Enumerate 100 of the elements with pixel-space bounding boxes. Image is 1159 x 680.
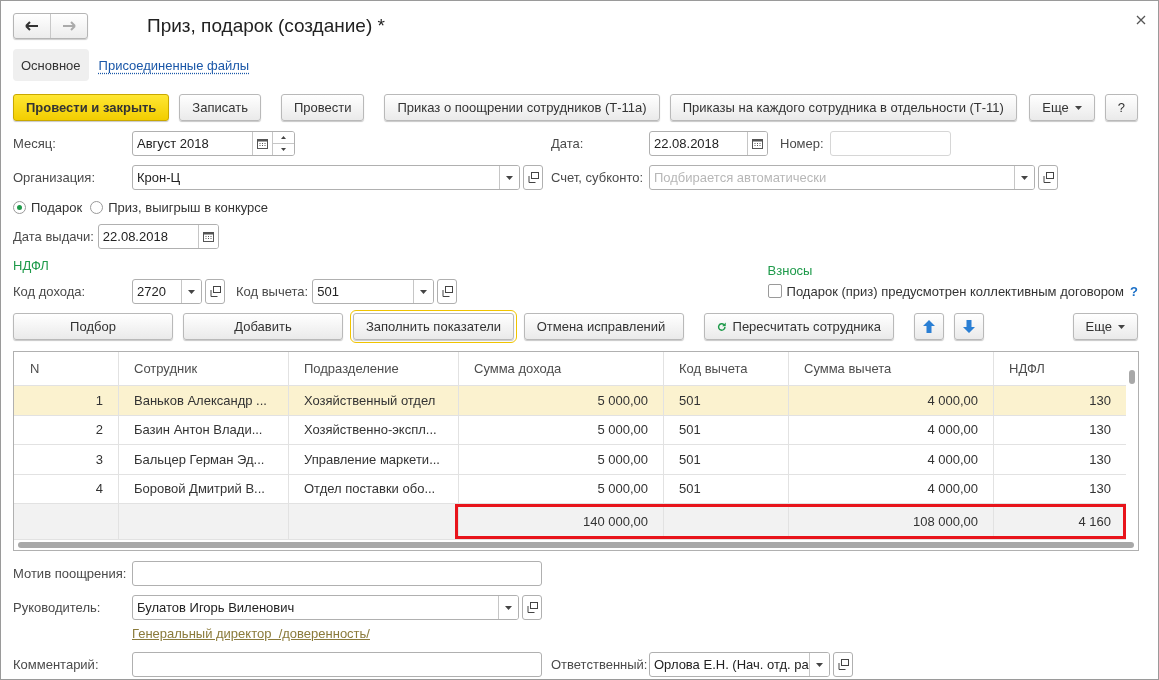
open-button[interactable] xyxy=(205,279,225,304)
table-cell-text: 2 xyxy=(94,421,104,440)
refresh-icon xyxy=(717,320,727,333)
dropdown-button[interactable] xyxy=(498,596,518,619)
comment-field[interactable] xyxy=(132,652,542,677)
column-header[interactable]: Код вычета xyxy=(663,352,788,385)
field-label: Мотив поощрения: xyxy=(13,566,128,581)
dropdown-button[interactable] xyxy=(809,653,829,676)
dropdown-arrow-icon xyxy=(188,289,195,294)
deduction-code-field[interactable]: 501 xyxy=(312,279,435,304)
toolbar-button[interactable]: Подбор xyxy=(13,313,173,340)
table-cell: 501 xyxy=(663,386,788,415)
toolbar-button[interactable]: Приказы на каждого сотрудника в отдельности (Т-11) xyxy=(669,94,1017,121)
field-label: Код вычета: xyxy=(236,284,309,299)
toolbar-button[interactable]: ? xyxy=(1104,94,1138,121)
table-cell: 4 000,00 xyxy=(788,474,993,503)
table-cell: 501 xyxy=(663,415,788,444)
more-button[interactable]: Еще xyxy=(1072,313,1138,340)
dropdown-arrow-icon xyxy=(505,605,512,610)
motive-field[interactable] xyxy=(132,561,542,586)
position-link[interactable]: Генеральный директор /доверенность/ xyxy=(132,626,370,641)
open-button[interactable] xyxy=(522,595,542,620)
more-button[interactable]: Еще xyxy=(1029,94,1095,121)
checkbox[interactable] xyxy=(767,284,782,298)
calendar-button[interactable] xyxy=(747,132,767,155)
radio-label: Подарок xyxy=(31,199,83,215)
table-row[interactable]: 4 Боровой Дмитрий В... Отдел поставки обо... 5 000,00 501 4 000,00 130 xyxy=(14,474,1126,504)
field-label: Дата: xyxy=(551,136,585,151)
income-code-field[interactable]: 2720 xyxy=(132,279,202,304)
close-button[interactable] xyxy=(1134,13,1148,27)
forward-arrow-icon xyxy=(62,21,76,31)
open-button[interactable] xyxy=(833,652,853,677)
table-row[interactable]: 2 Базин Антон Влади... Хозяйственно-экспл... 5 000,00 501 4 000,00 130 xyxy=(14,415,1126,445)
radio-button[interactable] xyxy=(90,200,104,214)
up-caret-icon xyxy=(281,136,286,139)
responsible-field[interactable]: Орлова Е.Н. (Нач. отд. ра xyxy=(649,652,830,677)
move-down-button[interactable] xyxy=(954,313,984,340)
checkbox-label: Подарок (приз) предусмотрен коллективным договором xyxy=(786,283,1125,299)
open-form-icon xyxy=(209,286,221,297)
table-cell: 4 000,00 xyxy=(788,415,993,444)
spin-down-button[interactable] xyxy=(273,143,294,155)
month-field[interactable]: Август 2018 xyxy=(132,131,295,156)
column-header[interactable]: Сумма дохода xyxy=(458,352,663,385)
column-header[interactable]: Сотрудник xyxy=(118,352,288,385)
organization-field[interactable]: Крон-Ц xyxy=(132,165,520,190)
tab[interactable]: Присоединенные файлы xyxy=(90,49,258,81)
open-button[interactable] xyxy=(523,165,543,190)
window-title: Приз, подарок (создание) * xyxy=(147,15,385,37)
open-button[interactable] xyxy=(437,279,458,304)
post-and-close-button[interactable]: Провести и закрыть xyxy=(13,94,170,121)
table-cell: Бальцер Герман Эд... xyxy=(118,445,288,474)
calendar-button[interactable] xyxy=(197,225,218,248)
toolbar-button[interactable]: Добавить xyxy=(183,313,343,340)
field-label: Ответственный: xyxy=(551,657,649,672)
toolbar-button[interactable]: Приказ о поощрении сотрудников (Т-11а) xyxy=(384,94,660,121)
manager-field[interactable]: Булатов Игорь Виленович xyxy=(132,595,519,620)
open-button[interactable] xyxy=(1038,165,1058,190)
table-row[interactable]: 3 Бальцер Герман Эд... Управление маркети... 5 000,00 501 4 000,00 130 xyxy=(14,445,1126,475)
issue-date-field[interactable]: 22.08.2018 xyxy=(97,224,219,249)
open-form-icon xyxy=(837,659,849,670)
up-arrow-icon xyxy=(923,320,935,333)
help-button[interactable]: ? xyxy=(1130,283,1138,299)
down-arrow-icon xyxy=(963,320,975,333)
table-row[interactable]: 1 Ваньков Александр ... Хозяйственный отдел 5 000,00 501 4 000,00 130 xyxy=(14,386,1126,416)
radio-label: Приз, выигрыш в конкурсе xyxy=(108,199,269,215)
dropdown-button[interactable] xyxy=(499,166,519,189)
date-field[interactable]: 22.08.2018 xyxy=(649,131,768,156)
menu-button[interactable]: Отмена исправлений xyxy=(524,313,684,340)
toolbar-button[interactable]: Провести xyxy=(280,94,365,121)
open-form-icon xyxy=(526,602,538,613)
radio-button[interactable] xyxy=(13,200,26,214)
table-cell: 5 000,00 xyxy=(458,415,663,444)
toolbar-button[interactable]: Записать xyxy=(179,94,261,121)
column-header[interactable]: Подразделение xyxy=(288,352,458,385)
table-cell: Хозяйственный отдел xyxy=(288,386,458,415)
column-header[interactable]: N xyxy=(14,352,118,385)
column-header[interactable]: Сумма вычета xyxy=(788,352,993,385)
field-label: Месяц: xyxy=(13,136,57,151)
table-cell: 501 xyxy=(663,445,788,474)
table-cell: 4 000,00 xyxy=(788,445,993,474)
table-cell: Боровой Дмитрий В... xyxy=(118,474,288,503)
calendar-icon xyxy=(752,138,763,149)
open-form-icon xyxy=(441,286,453,297)
calendar-icon xyxy=(257,138,268,149)
dropdown-arrow-icon xyxy=(420,289,428,294)
field-label: Организация: xyxy=(13,170,97,185)
dropdown-button[interactable] xyxy=(1014,166,1034,189)
tab[interactable]: Основное xyxy=(13,49,89,81)
field-label: Дата выдачи: xyxy=(13,229,94,244)
back-arrow-icon xyxy=(25,21,39,31)
total-cell: 140 000,00 xyxy=(458,504,663,539)
number-field[interactable] xyxy=(829,131,951,156)
toolbar-button[interactable]: Заполнить показатели xyxy=(353,313,514,340)
dropdown-button[interactable] xyxy=(181,280,201,303)
table-cell: Хозяйственно-экспл... xyxy=(288,415,458,444)
dropdown-button[interactable] xyxy=(413,280,434,303)
refresh-button[interactable]: Пересчитать сотрудника xyxy=(704,313,894,340)
move-up-button[interactable] xyxy=(914,313,944,340)
dropdown-arrow-icon xyxy=(816,662,823,667)
field-label: Номер: xyxy=(780,136,824,151)
